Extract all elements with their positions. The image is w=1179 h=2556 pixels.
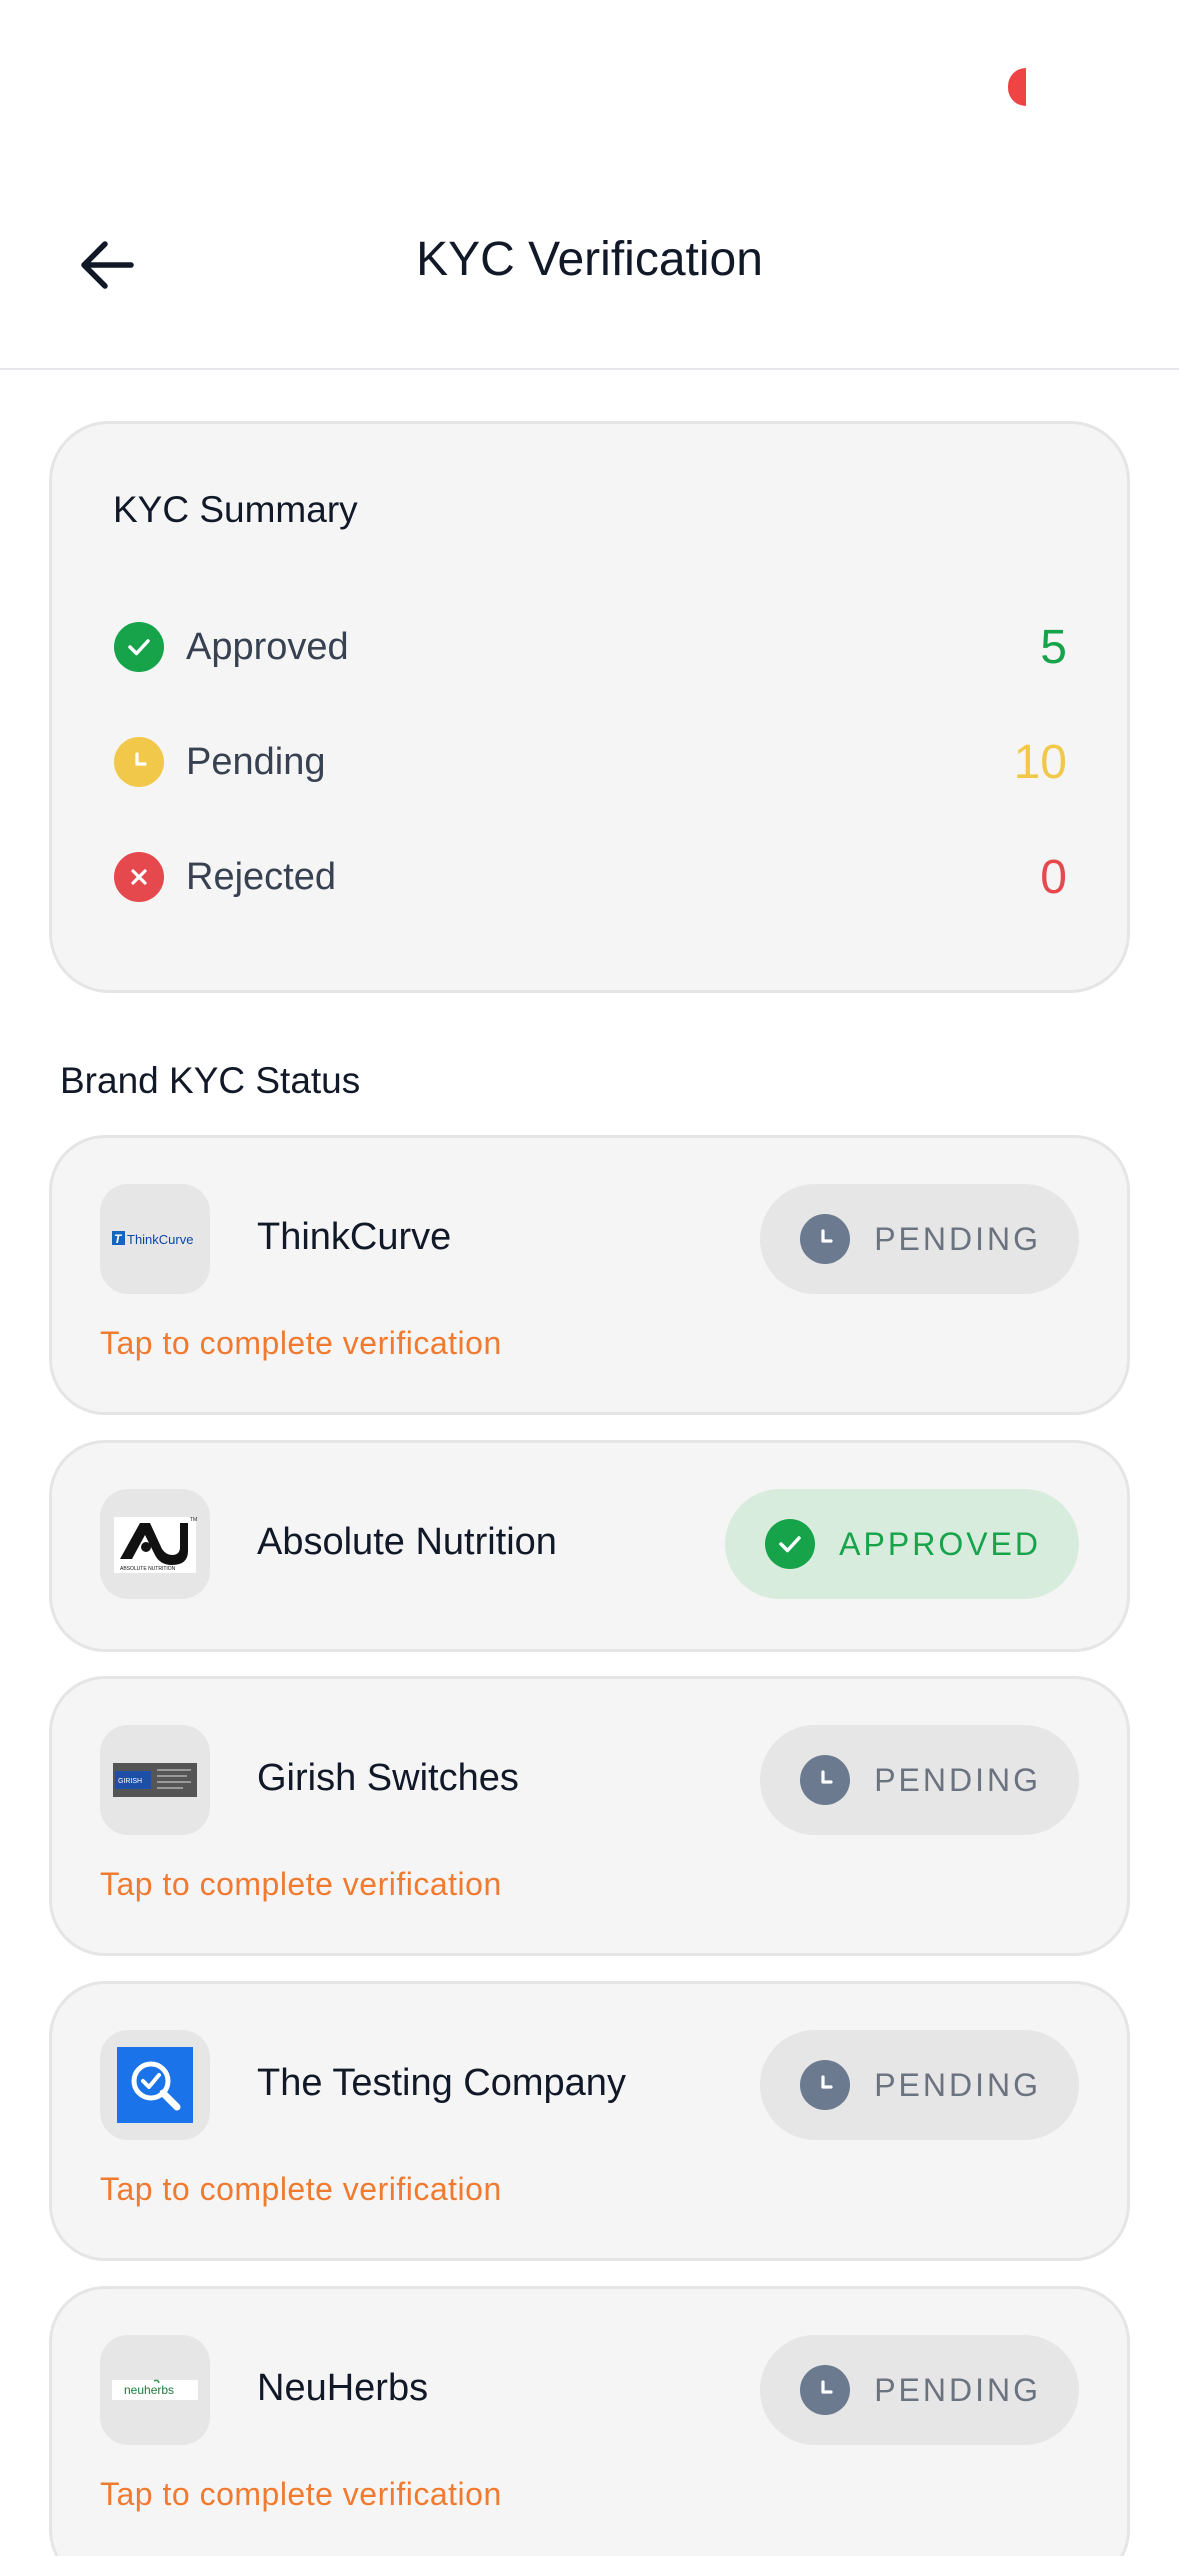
absolute-nutrition-logo: ABSOLUTE NUTRITION TM xyxy=(114,1517,197,1573)
brand-logo: neuherbs xyxy=(100,2335,210,2445)
status-badge[interactable]: PENDING xyxy=(760,2335,1079,2445)
summary-title: KYC Summary xyxy=(113,489,358,530)
status-badge-text: PENDING xyxy=(874,1220,1041,1257)
brand-card-the-testing-company[interactable]: The Testing Company PENDING Tap to compl… xyxy=(49,1981,1130,2261)
status-badge-text: PENDING xyxy=(874,1761,1041,1798)
svg-text:TM: TM xyxy=(190,1517,197,1523)
svg-text:ThinkCurve: ThinkCurve xyxy=(127,1232,193,1247)
clock-icon xyxy=(800,2060,851,2110)
brand-logo: ABSOLUTE NUTRITION TM xyxy=(100,1489,210,1599)
complete-verification-link[interactable]: Tap to complete verification xyxy=(100,2476,502,2513)
section-title: Brand KYC Status xyxy=(60,1060,361,1101)
x-circle-icon xyxy=(114,852,164,902)
brand-name: ThinkCurve xyxy=(257,1216,452,1258)
brand-logo xyxy=(100,2030,210,2140)
brand-card-girish-switches[interactable]: GIRISH Girish Switches PENDING Tap to co… xyxy=(49,1676,1130,1956)
svg-text:neuherbs: neuherbs xyxy=(124,2383,174,2397)
status-badge-text: PENDING xyxy=(874,2371,1041,2408)
brand-name: Girish Switches xyxy=(257,1757,519,1799)
status-badge[interactable]: APPROVED xyxy=(725,1489,1079,1599)
header: KYC Verification xyxy=(0,190,1179,370)
status-badge-text: PENDING xyxy=(874,2066,1041,2103)
complete-verification-link[interactable]: Tap to complete verification xyxy=(100,1866,502,1903)
brand-logo: T ThinkCurve xyxy=(100,1184,210,1294)
check-circle-icon xyxy=(765,1519,816,1569)
svg-text:ABSOLUTE NUTRITION: ABSOLUTE NUTRITION xyxy=(120,1566,176,1572)
neuherbs-logo: neuherbs xyxy=(112,2379,198,2400)
brand-card-absolute-nutrition[interactable]: ABSOLUTE NUTRITION TM Absolute Nutrition… xyxy=(49,1440,1130,1652)
brand-card-neuherbs[interactable]: neuherbs NeuHerbs PENDING Tap to complet… xyxy=(49,2286,1130,2556)
brand-card-thinkcurve[interactable]: T ThinkCurve ThinkCurve PENDING Tap to c… xyxy=(49,1135,1130,1415)
clock-icon xyxy=(800,1214,851,1264)
recording-indicator xyxy=(1008,68,1026,106)
status-badge[interactable]: PENDING xyxy=(760,1725,1079,1835)
summary-value: 5 xyxy=(1040,620,1067,674)
girish-logo: GIRISH xyxy=(113,1763,197,1797)
summary-label: Pending xyxy=(186,740,326,783)
page-title: KYC Verification xyxy=(416,233,763,286)
summary-row-rejected: Rejected 0 xyxy=(114,847,1067,907)
check-circle-icon xyxy=(114,622,164,672)
thinkcurve-logo: T ThinkCurve xyxy=(112,1231,193,1247)
clock-icon xyxy=(800,2365,851,2415)
brand-name: NeuHerbs xyxy=(257,2367,429,2409)
clock-icon xyxy=(800,1755,851,1805)
brand-name: Absolute Nutrition xyxy=(257,1521,557,1563)
svg-text:GIRISH: GIRISH xyxy=(118,1778,142,1785)
brand-logo: GIRISH xyxy=(100,1725,210,1835)
magnifier-check-logo xyxy=(117,2047,193,2123)
summary-label: Rejected xyxy=(186,855,336,898)
summary-row-pending: Pending 10 xyxy=(114,732,1067,792)
status-badge[interactable]: PENDING xyxy=(760,1184,1079,1294)
clock-icon xyxy=(114,737,164,787)
complete-verification-link[interactable]: Tap to complete verification xyxy=(100,1325,502,1362)
complete-verification-link[interactable]: Tap to complete verification xyxy=(100,2171,502,2208)
summary-value: 0 xyxy=(1040,850,1067,904)
status-bar xyxy=(0,0,1179,170)
status-badge[interactable]: PENDING xyxy=(760,2030,1079,2140)
summary-value: 10 xyxy=(1013,735,1067,789)
status-badge-text: APPROVED xyxy=(839,1525,1041,1562)
summary-label: Approved xyxy=(186,625,349,668)
kyc-summary-card: KYC Summary Approved 5 Pending 10 Reject… xyxy=(49,421,1130,993)
brand-name: The Testing Company xyxy=(257,2062,626,2104)
summary-row-approved: Approved 5 xyxy=(114,617,1067,677)
